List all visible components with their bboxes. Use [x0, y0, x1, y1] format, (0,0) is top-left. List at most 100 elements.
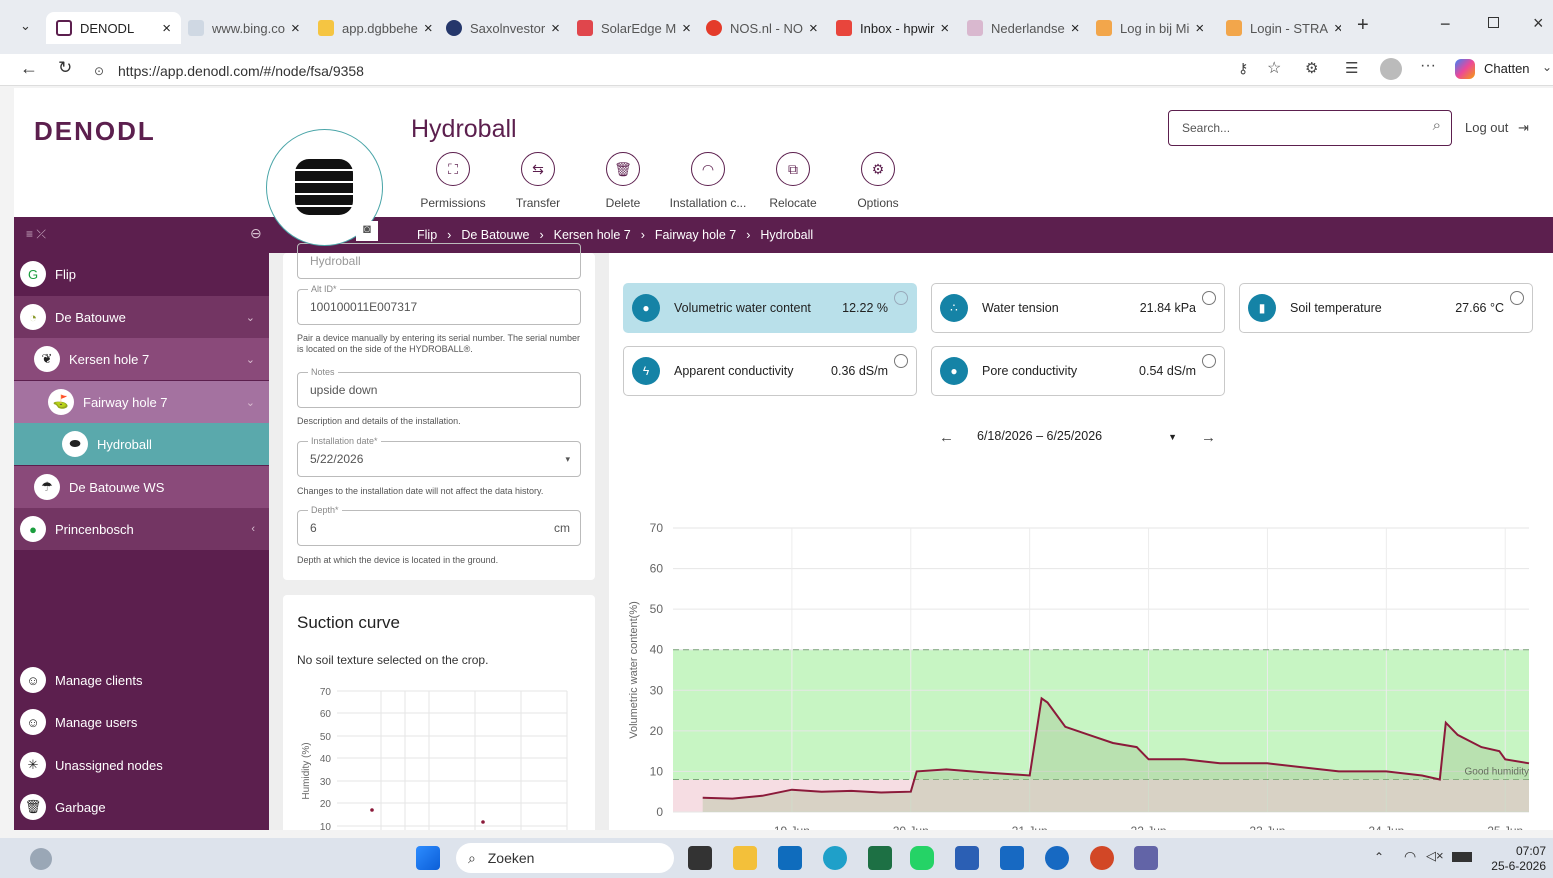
camera-icon[interactable]: ◙	[356, 221, 378, 241]
relocate-button[interactable]: Relocate	[753, 196, 833, 210]
favorites-list-icon[interactable]: ☰	[1345, 59, 1358, 77]
denodl-logo[interactable]: DENODL	[34, 116, 156, 147]
chevron-left-icon[interactable]: ‹	[251, 523, 255, 535]
close-tab-icon[interactable]: ×	[291, 20, 300, 37]
close-tab-icon[interactable]: ×	[682, 20, 690, 37]
measurement-pore-conductivity[interactable]: ● Pore conductivity 0.54 dS/m	[931, 346, 1225, 396]
series-radio[interactable]	[1202, 291, 1216, 305]
transfer-button[interactable]: Transfer	[498, 196, 578, 210]
whatsapp-icon[interactable]	[910, 846, 934, 870]
close-tab-icon[interactable]: ×	[940, 20, 949, 37]
browser-tab[interactable]: Inbox - hpwir ×	[836, 12, 951, 44]
browser-tab[interactable]: DENODL ×	[46, 12, 181, 44]
favorite-star-icon[interactable]: ☆	[1267, 58, 1281, 78]
series-radio[interactable]	[1202, 354, 1216, 368]
series-radio[interactable]	[894, 354, 908, 368]
excel-icon[interactable]	[868, 846, 892, 870]
search-input[interactable]: Search... ⌕	[1168, 110, 1452, 146]
transfer-icon[interactable]: ⇆	[521, 152, 555, 186]
tab-list-chevron-icon[interactable]: ⌄	[20, 18, 31, 34]
trash-icon[interactable]: 🗑	[606, 152, 640, 186]
chevron-down-icon[interactable]: ⌄	[1542, 60, 1552, 74]
sidebar-item-kersen-hole-7[interactable]: ❦ Kersen hole 7 ⌄	[14, 338, 269, 380]
file-explorer-icon[interactable]	[733, 846, 757, 870]
close-tab-icon[interactable]: ×	[551, 20, 560, 37]
speaker-muted-icon[interactable]: ◁×	[1426, 848, 1444, 864]
help-icon[interactable]	[1045, 846, 1069, 870]
series-radio[interactable]	[1510, 291, 1524, 305]
wifi-icon[interactable]: ◠	[691, 152, 725, 186]
widgets-icon[interactable]	[30, 848, 52, 870]
back-icon[interactable]: ←	[20, 58, 38, 79]
sidebar-item-princenbosch[interactable]: ● Princenbosch ‹	[14, 508, 269, 550]
copilot-icon[interactable]	[1455, 59, 1475, 79]
close-tab-icon[interactable]: ×	[424, 20, 433, 37]
clock[interactable]: 07:07 25-6-2026	[1488, 844, 1546, 874]
taskbar-search[interactable]: ⌕ Zoeken	[456, 843, 674, 873]
browser-tab[interactable]: Saxolnvestor ×	[446, 12, 563, 44]
measurement-apparent-conductivity[interactable]: ϟ Apparent conductivity 0.36 dS/m	[623, 346, 917, 396]
prev-period-button[interactable]: ←	[939, 429, 954, 446]
breadcrumb-item[interactable]: De Batouwe	[461, 228, 529, 242]
permissions-icon[interactable]: ⛶	[436, 152, 470, 186]
minimize-icon[interactable]: −	[1440, 14, 1451, 35]
logout-button[interactable]: Log out ⇥	[1465, 120, 1529, 136]
sidebar-item-de-batouwe[interactable]: ◔ De Batouwe ⌄	[14, 296, 269, 338]
browser-tab[interactable]: SolarEdge M ×	[577, 12, 690, 44]
browser-tab[interactable]: app.dgbbehe ×	[318, 12, 433, 44]
close-tab-icon[interactable]: ×	[809, 20, 818, 37]
task-view-icon[interactable]	[688, 846, 712, 870]
date-range-select[interactable]: 6/18/2026 – 6/25/2026 ▼	[977, 429, 1177, 443]
close-tab-icon[interactable]: ×	[1334, 20, 1341, 37]
chevron-down-icon[interactable]: ⌄	[246, 396, 255, 409]
alt-id-field[interactable]: Alt ID* 100100011E007317	[297, 283, 581, 325]
wifi-icon[interactable]: ◠	[1404, 848, 1416, 865]
relocate-icon[interactable]: ⧉	[776, 152, 810, 186]
start-button[interactable]	[416, 846, 440, 870]
chat-button[interactable]: Chatten	[1484, 61, 1530, 76]
options-gear-icon[interactable]: ⚙	[861, 152, 895, 186]
close-tab-icon[interactable]: ×	[1071, 20, 1080, 37]
close-tab-icon[interactable]: ×	[1195, 20, 1204, 37]
depth-field[interactable]: Depth* 6 cm	[297, 504, 581, 546]
breadcrumb-item[interactable]: Flip	[417, 228, 437, 242]
more-menu-icon[interactable]: ···	[1420, 57, 1436, 75]
sidebar-item-fairway-hole-7[interactable]: ⛳ Fairway hole 7 ⌄	[14, 381, 269, 423]
permissions-button[interactable]: Permissions	[413, 196, 493, 210]
tray-chevron-icon[interactable]: ⌃	[1374, 850, 1384, 864]
profile-avatar[interactable]	[1380, 58, 1402, 80]
installation-date-field[interactable]: Installation date* 5/22/2026 ▾	[297, 435, 581, 477]
powerpoint-icon[interactable]	[1090, 846, 1114, 870]
delete-button[interactable]: Delete	[583, 196, 663, 210]
outlook-icon[interactable]	[778, 846, 802, 870]
minus-circle-icon[interactable]: ⊖	[250, 225, 262, 242]
series-radio[interactable]	[894, 291, 908, 305]
browser-tab[interactable]: NOS.nl - NO ×	[706, 12, 822, 44]
notes-field[interactable]: Notes upside down	[297, 366, 581, 408]
sidebar-item-hydroball[interactable]: ⬬ Hydroball	[14, 423, 269, 465]
reload-icon[interactable]: ↻	[58, 58, 72, 78]
manage-clients-link[interactable]: ☺ Manage clients	[14, 659, 269, 701]
breadcrumb-item[interactable]: Fairway hole 7	[655, 228, 736, 242]
breadcrumb-item[interactable]: Hydroball	[760, 228, 813, 242]
breadcrumb-item[interactable]: Kersen hole 7	[554, 228, 631, 242]
site-info-icon[interactable]: ⊙	[94, 58, 104, 84]
key-icon[interactable]: ⚷	[1238, 60, 1248, 77]
name-field[interactable]: Hydroball	[297, 243, 581, 279]
installation-button[interactable]: Installation c...	[668, 196, 748, 210]
battery-icon[interactable]	[1452, 852, 1472, 862]
browser-tab[interactable]: Nederlandse ×	[967, 12, 1080, 44]
measurement-water-tension[interactable]: ∴ Water tension 21.84 kPa	[931, 283, 1225, 333]
sidebar-item-de-batouwe-ws[interactable]: ☂ De Batouwe WS	[14, 466, 269, 508]
url-input[interactable]: ⊙ https://app.denodl.com/#/node/fsa/9358	[86, 58, 1296, 84]
browser-tab[interactable]: Login - STRA ×	[1226, 12, 1341, 44]
sidebar-item-flip[interactable]: G Flip	[14, 253, 269, 295]
chevron-down-icon[interactable]: ⌄	[246, 311, 255, 324]
new-tab-icon[interactable]: +	[1357, 14, 1369, 37]
edge-icon[interactable]	[823, 846, 847, 870]
store-icon[interactable]	[1000, 846, 1024, 870]
next-period-button[interactable]: →	[1201, 429, 1216, 446]
garbage-link[interactable]: 🗑 Garbage	[14, 786, 269, 828]
teams-icon[interactable]	[1134, 846, 1158, 870]
browser-tab[interactable]: Log in bij Mi ×	[1096, 12, 1209, 44]
